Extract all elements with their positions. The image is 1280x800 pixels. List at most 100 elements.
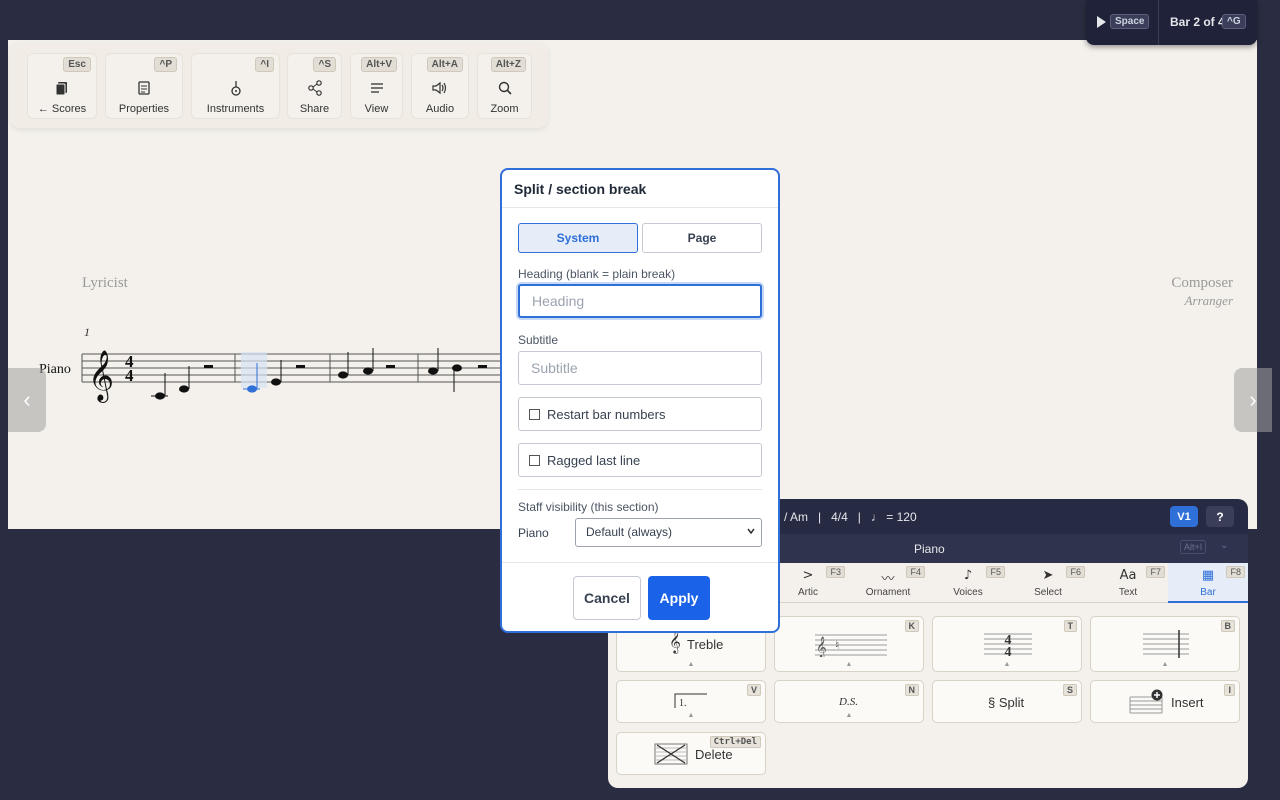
key-signature-button[interactable]: K 𝄞 ♮ ▲ bbox=[774, 616, 924, 672]
instruments-label: Instruments bbox=[206, 103, 265, 115]
scores-icon bbox=[28, 80, 96, 96]
note[interactable] bbox=[363, 367, 373, 375]
split-section-break-dialog: Split / section break System Page Headin… bbox=[500, 168, 780, 633]
document-icon bbox=[106, 80, 182, 96]
svg-text:♮: ♮ bbox=[835, 638, 839, 652]
half-rest[interactable] bbox=[386, 365, 395, 368]
tab-artic[interactable]: > F3 Artic bbox=[768, 563, 848, 603]
shortcut-key: I bbox=[1224, 684, 1235, 696]
cancel-button[interactable]: Cancel bbox=[573, 576, 641, 620]
zoom-button[interactable]: Alt+Z Zoom bbox=[477, 53, 532, 119]
bar-position[interactable]: Bar 2 of 4 bbox=[1170, 15, 1225, 29]
composer-text[interactable]: Composer bbox=[1171, 275, 1233, 292]
speaker-icon bbox=[412, 80, 468, 96]
ragged-last-line-checkbox[interactable]: Ragged last line bbox=[518, 443, 762, 477]
note[interactable] bbox=[271, 378, 281, 386]
properties-button[interactable]: ^P Properties bbox=[105, 53, 183, 119]
next-page-button[interactable]: › bbox=[1234, 368, 1272, 432]
shortcut-key: F4 bbox=[906, 566, 925, 578]
tab-bar[interactable]: ▦ F8 Bar bbox=[1168, 563, 1248, 603]
clef-label: Treble bbox=[687, 637, 724, 652]
staff-visibility-select[interactable]: Default (always) bbox=[575, 518, 762, 547]
view-button[interactable]: Alt+V View bbox=[350, 53, 403, 119]
shortcut-key: ^P bbox=[154, 57, 177, 72]
shortcut-key: F6 bbox=[1066, 566, 1085, 578]
split-button[interactable]: S § Split bbox=[932, 680, 1082, 723]
note[interactable] bbox=[428, 367, 438, 375]
delete-label: Delete bbox=[695, 747, 733, 762]
share-label: Share bbox=[299, 103, 330, 115]
lyricist-text[interactable]: Lyricist bbox=[82, 275, 128, 292]
svg-text:4: 4 bbox=[1005, 645, 1012, 659]
delete-bar-button[interactable]: Ctrl+Del Delete bbox=[616, 732, 766, 775]
staff-visibility-value: Default (always) bbox=[586, 525, 673, 539]
shortcut-key: Alt+I bbox=[1180, 540, 1207, 554]
volta-button[interactable]: V 1. ▲ bbox=[616, 680, 766, 723]
time-signature-button[interactable]: T 4 4 ▲ bbox=[932, 616, 1082, 672]
note[interactable] bbox=[155, 392, 165, 400]
bar-4[interactable] bbox=[428, 348, 487, 392]
expand-caret-icon: ▲ bbox=[1003, 661, 1011, 668]
chevron-down-icon: ⌄ bbox=[1220, 540, 1229, 551]
bar-number: 1 bbox=[84, 325, 90, 339]
audio-label: Audio bbox=[425, 103, 455, 115]
expand-caret-icon: ▲ bbox=[845, 661, 853, 668]
help-button[interactable]: ? bbox=[1206, 506, 1234, 527]
palette-instrument-name: Piano bbox=[914, 542, 945, 556]
half-rest[interactable] bbox=[296, 365, 305, 368]
audio-button[interactable]: Alt+A Audio bbox=[411, 53, 469, 119]
shortcut-key: N bbox=[904, 684, 919, 696]
volta-icon: 1. bbox=[674, 693, 707, 709]
tab-select[interactable]: ➤ F6 Select bbox=[1008, 563, 1088, 603]
lines-icon bbox=[351, 80, 402, 96]
share-button[interactable]: ^S Share bbox=[287, 53, 342, 119]
shortcut-key: Alt+A bbox=[426, 57, 463, 72]
tab-text[interactable]: Aa F7 Text bbox=[1088, 563, 1168, 603]
note[interactable] bbox=[338, 371, 348, 379]
expand-caret-icon: ▲ bbox=[687, 712, 695, 719]
heading-input[interactable] bbox=[518, 284, 762, 318]
tab-label: Ornament bbox=[865, 587, 911, 598]
half-rest[interactable] bbox=[204, 365, 213, 368]
bar-2[interactable] bbox=[241, 352, 331, 393]
tab-label: Voices bbox=[953, 587, 983, 598]
svg-text:𝄞: 𝄞 bbox=[816, 637, 827, 657]
note[interactable] bbox=[179, 385, 189, 393]
search-icon bbox=[478, 80, 531, 96]
arranger-text[interactable]: Arranger bbox=[1185, 293, 1233, 309]
subtitle-input[interactable] bbox=[518, 351, 762, 385]
chevron-right-icon: › bbox=[1249, 387, 1257, 412]
staff-system[interactable]: 1 Piano 𝄞 4 4 bbox=[8, 320, 508, 450]
tab-voices[interactable]: ♪ F5 Voices bbox=[928, 563, 1008, 603]
zoom-label: Zoom bbox=[490, 103, 519, 115]
staff-instrument-label: Piano bbox=[518, 526, 549, 540]
system-break-option[interactable]: System bbox=[518, 223, 638, 253]
checkbox-icon bbox=[529, 455, 540, 466]
apply-button[interactable]: Apply bbox=[648, 576, 710, 620]
shortcut-key: Alt+V bbox=[361, 57, 397, 72]
ds-button[interactable]: N D.S. ▲ bbox=[774, 680, 924, 723]
checkbox-icon bbox=[529, 409, 540, 420]
time-signature-bottom: 4 bbox=[125, 366, 134, 385]
half-rest[interactable] bbox=[478, 365, 487, 368]
tab-ornament[interactable]: 〰 F4 Ornament bbox=[848, 563, 928, 603]
barline-button[interactable]: B ▲ bbox=[1090, 616, 1240, 672]
insert-button[interactable]: I Insert bbox=[1090, 680, 1240, 723]
svg-text:1.: 1. bbox=[679, 698, 687, 709]
bar-3[interactable] bbox=[338, 348, 419, 382]
shortcut-key: V bbox=[746, 684, 761, 696]
play-icon[interactable] bbox=[1097, 16, 1106, 28]
scores-button[interactable]: Esc ← Scores bbox=[27, 53, 97, 119]
delete-bar-icon bbox=[654, 743, 688, 765]
previous-page-button[interactable]: ‹ bbox=[8, 368, 46, 432]
subtitle-label: Subtitle bbox=[518, 333, 559, 347]
insert-bar-icon bbox=[1129, 689, 1163, 714]
instruments-button[interactable]: ^I Instruments bbox=[191, 53, 280, 119]
selected-note[interactable] bbox=[247, 385, 257, 393]
voice-button[interactable]: V1 bbox=[1170, 506, 1198, 527]
chevron-down-icon bbox=[747, 528, 755, 535]
page-break-option[interactable]: Page bbox=[642, 223, 762, 253]
staff-lines bbox=[81, 353, 508, 383]
restart-bar-numbers-checkbox[interactable]: Restart bar numbers bbox=[518, 397, 762, 431]
shortcut-key: ^S bbox=[313, 57, 336, 72]
